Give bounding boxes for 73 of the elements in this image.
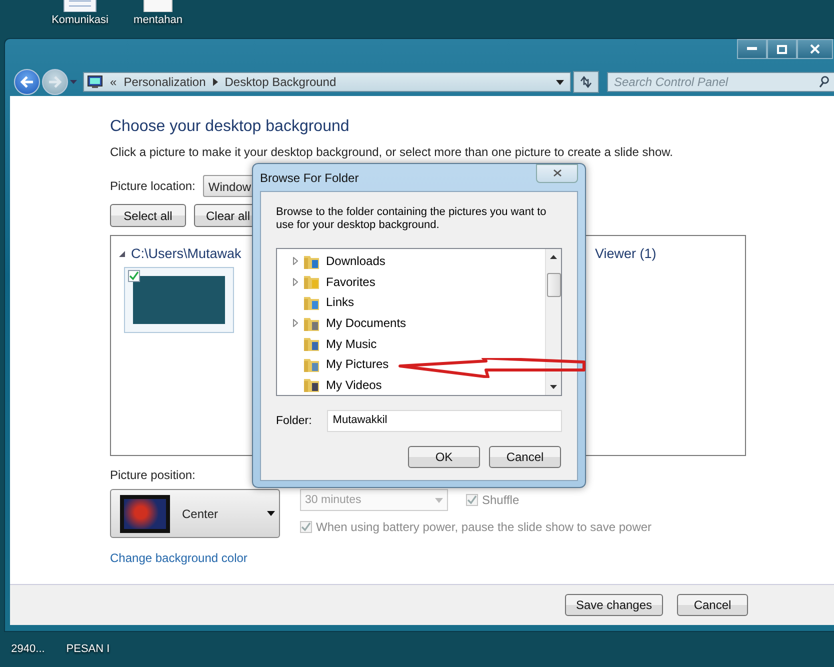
dialog-title: Browse For Folder xyxy=(260,170,359,184)
folder-icon xyxy=(304,294,320,310)
field-label: Folder: xyxy=(276,415,312,427)
breadcrumb-item[interactable]: Desktop Background xyxy=(224,75,336,89)
scrollbar[interactable] xyxy=(545,249,561,395)
caret-icon xyxy=(267,511,275,516)
scroll-thumb[interactable] xyxy=(546,273,560,297)
close-icon xyxy=(810,44,820,54)
address-bar[interactable]: « Personalization Desktop Background xyxy=(83,72,571,92)
caret-icon xyxy=(435,498,443,502)
field-label: Picture location: xyxy=(110,179,196,193)
arrow-icon xyxy=(212,78,218,86)
arrow-left-icon xyxy=(20,76,34,88)
search-icon xyxy=(819,76,829,88)
background-color-link[interactable]: Change background color xyxy=(110,551,248,565)
expand-icon xyxy=(293,278,298,286)
page-description: Click a picture to make it your desktop background, or select more than one picture to create a slide show. xyxy=(110,145,674,159)
desktop-icon-label[interactable]: PESAN I xyxy=(66,643,110,655)
folder-icon xyxy=(304,336,320,352)
search-field[interactable]: Search Control Panel xyxy=(607,72,834,92)
forward-button[interactable] xyxy=(42,69,68,95)
folder-item[interactable]: Favorites xyxy=(293,272,376,292)
folder-item[interactable]: My Videos xyxy=(293,374,382,396)
field-label: Picture position: xyxy=(110,468,196,482)
photo-placeholder xyxy=(120,494,170,532)
selection-button[interactable]: Select all xyxy=(110,204,186,227)
cancel-button[interactable]: Cancel xyxy=(489,446,561,468)
desktop-icon-label[interactable]: 2940... xyxy=(11,643,45,655)
back-button[interactable] xyxy=(14,69,40,95)
minimize-button[interactable] xyxy=(737,39,767,59)
expand-icon xyxy=(293,257,298,266)
desktop-icon-label[interactable]: mentahan xyxy=(134,14,182,26)
folder-icon xyxy=(304,254,320,269)
folder-item[interactable]: My Documents xyxy=(293,312,406,334)
position-dropdown[interactable]: Center xyxy=(110,489,280,538)
folder-icon xyxy=(304,316,320,331)
refresh-icon xyxy=(579,76,593,88)
arrow-right-icon xyxy=(48,76,62,88)
folder-icon xyxy=(304,356,320,372)
cancel-button[interactable]: Cancel xyxy=(677,594,748,616)
group-title[interactable]: Viewer (1) xyxy=(595,246,656,261)
maximize-button[interactable] xyxy=(767,39,797,59)
checkbox-label: When using battery power, pause the slide show to save power xyxy=(316,520,652,534)
caret-icon xyxy=(70,80,77,84)
folder-icon xyxy=(304,274,320,290)
scroll-up-icon xyxy=(550,255,557,259)
dialog-instruction: Browse to the folder containing the pictures you want to use for your desktop background. xyxy=(276,206,548,232)
close-button[interactable] xyxy=(536,164,578,182)
ok-button[interactable]: OK xyxy=(408,446,480,468)
overflow-chevron[interactable]: « xyxy=(110,75,117,89)
maximize-icon xyxy=(777,44,787,54)
folder-item[interactable]: Links xyxy=(293,292,354,313)
folder-field[interactable]: Mutawakkil xyxy=(326,410,562,432)
checkbox-label: Shuffle xyxy=(482,493,520,507)
folder-item[interactable]: My Music xyxy=(293,333,377,354)
picture-thumbnail[interactable] xyxy=(124,267,234,333)
close-button[interactable] xyxy=(797,39,833,59)
scroll-down-icon xyxy=(550,385,557,389)
close-icon xyxy=(552,169,562,177)
breadcrumb-item[interactable]: Personalization xyxy=(124,75,206,89)
expand-icon xyxy=(293,319,298,328)
page-heading: Choose your desktop background xyxy=(110,118,350,136)
save-button[interactable]: Save changes xyxy=(565,594,663,616)
minimize-icon xyxy=(747,47,757,51)
folder-item[interactable]: My Pictures xyxy=(293,354,389,374)
refresh-button[interactable] xyxy=(573,71,599,93)
collapse-icon xyxy=(119,250,125,256)
desktop-icon-label[interactable]: Komunikasi xyxy=(52,14,108,26)
monitor-icon xyxy=(87,74,103,90)
folder-icon xyxy=(304,377,320,392)
folder-item[interactable]: Downloads xyxy=(293,251,386,272)
checkbox[interactable] xyxy=(128,270,140,282)
dropdown-icon xyxy=(556,80,564,84)
